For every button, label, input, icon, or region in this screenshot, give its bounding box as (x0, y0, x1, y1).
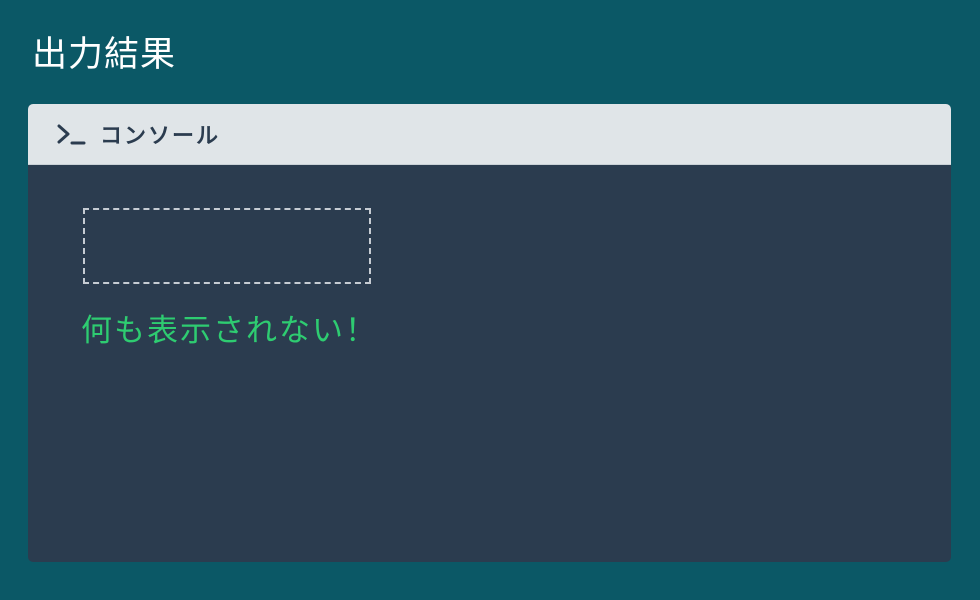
terminal-prompt-icon (56, 122, 86, 146)
empty-output-placeholder (83, 208, 371, 284)
console-panel: コンソール 何も表示されない！ (28, 104, 951, 562)
empty-output-message: 何も表示されない！ (81, 313, 378, 349)
console-header: コンソール (28, 104, 951, 165)
page-title: 出力結果 (32, 35, 177, 75)
console-output-area: 何も表示されない！ (28, 165, 951, 562)
console-title: コンソール (100, 124, 221, 149)
